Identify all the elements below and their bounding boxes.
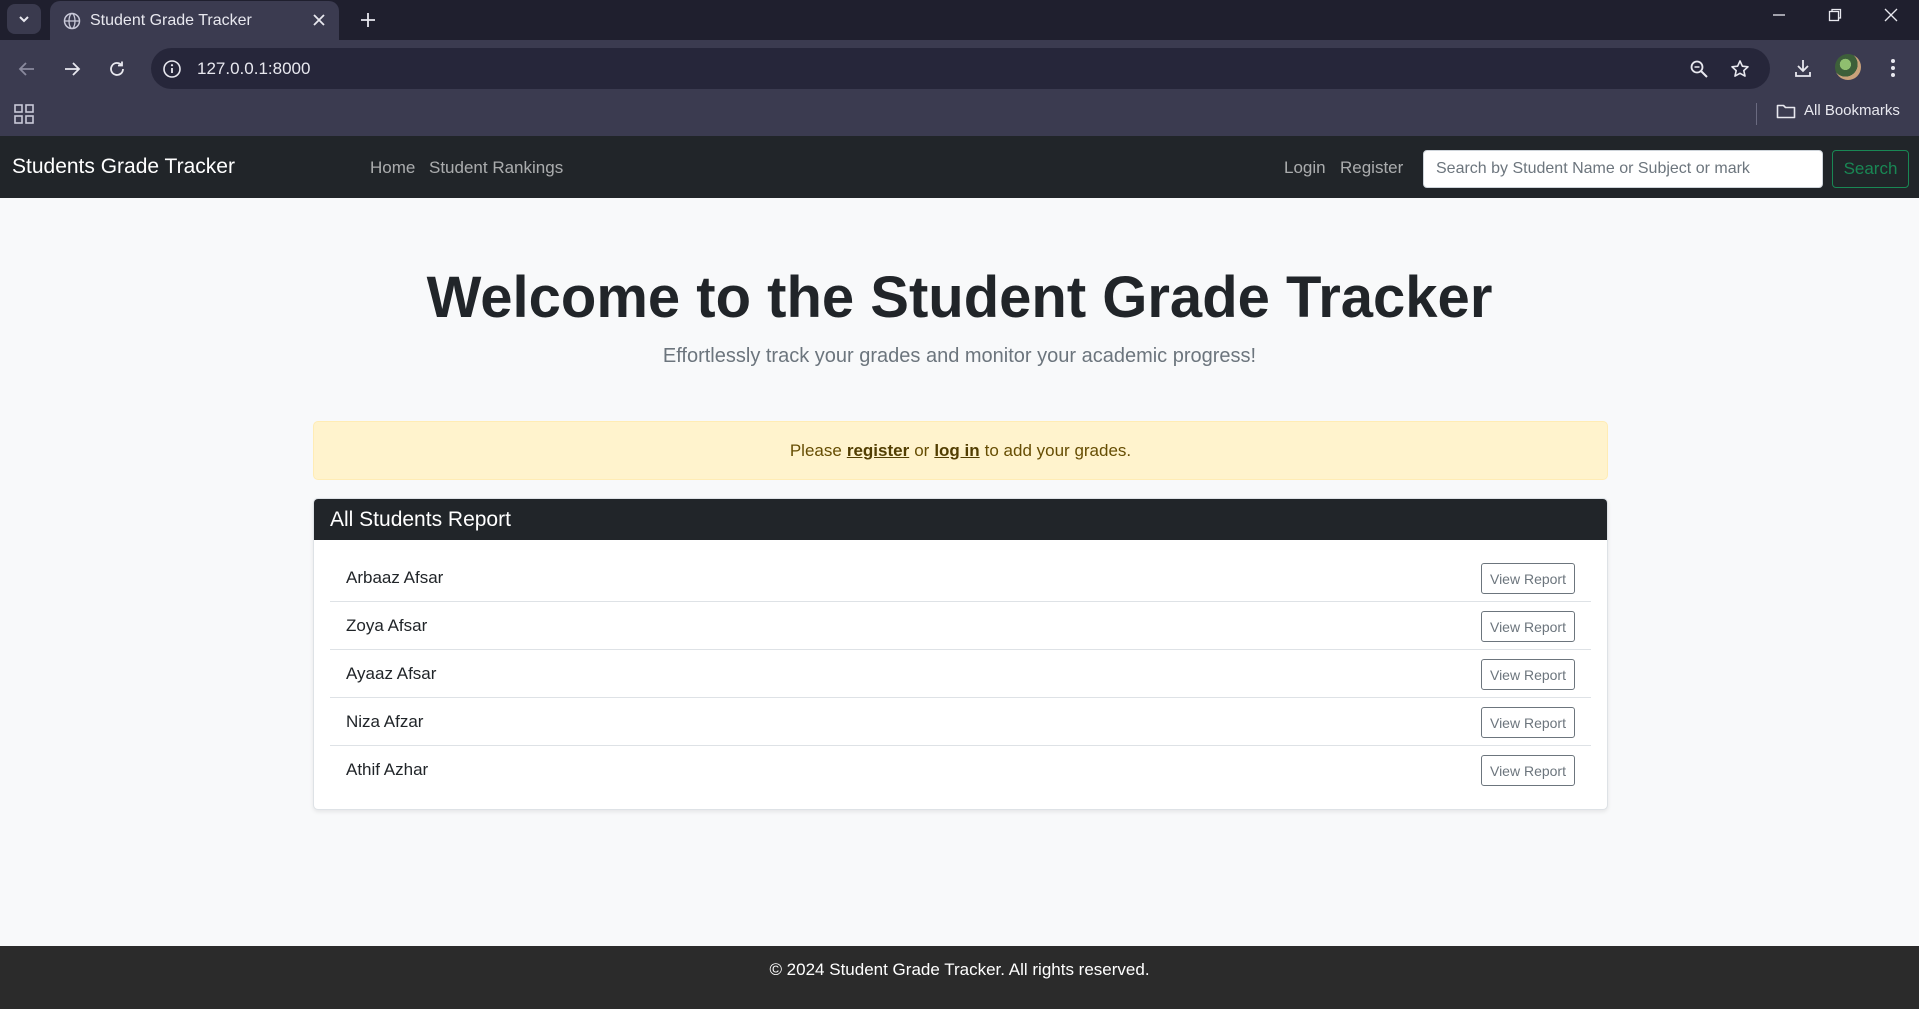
forward-button[interactable]: [55, 52, 89, 86]
all-bookmarks-button[interactable]: All Bookmarks: [1776, 102, 1900, 119]
page-subtitle: Effortlessly track your grades and monit…: [662, 345, 1257, 367]
browser-tabstrip: Student Grade Tracker: [0, 0, 1919, 40]
alert-middle: or: [914, 440, 930, 460]
view-report-button[interactable]: View Report: [1481, 563, 1575, 594]
arrow-right-icon: [65, 62, 81, 76]
view-report-button[interactable]: View Report: [1481, 611, 1575, 642]
url-text: 127.0.0.1:8000: [197, 59, 311, 78]
profile-avatar[interactable]: [1835, 54, 1861, 80]
nav-link-student-rankings[interactable]: Student Rankings: [429, 158, 563, 178]
search-input[interactable]: [1423, 150, 1823, 188]
alert-register-link[interactable]: register: [847, 441, 909, 461]
page-title: Welcome to the Student Grade Tracker: [426, 265, 1493, 330]
tab-search-button[interactable]: [7, 4, 41, 34]
site-info-icon[interactable]: [161, 58, 183, 80]
tab-close-button[interactable]: [309, 10, 329, 30]
reload-button[interactable]: [100, 52, 134, 86]
bookmarks-divider: [1756, 103, 1757, 125]
downloads-button[interactable]: [1786, 51, 1820, 85]
alert-login-link[interactable]: log in: [934, 441, 979, 461]
folder-icon: [1776, 104, 1796, 118]
new-tab-button[interactable]: [351, 3, 385, 37]
globe-icon: [63, 12, 81, 30]
search-button[interactable]: Search: [1832, 150, 1909, 188]
minimize-button[interactable]: [1751, 0, 1807, 30]
navbar-brand[interactable]: Students Grade Tracker: [12, 155, 235, 179]
nav-link-login[interactable]: Login: [1284, 158, 1326, 178]
student-name: Niza Afzar: [346, 712, 424, 731]
view-report-button[interactable]: View Report: [1481, 659, 1575, 690]
list-item: Ayaaz Afsar View Report: [330, 650, 1591, 698]
browser-tab-active[interactable]: Student Grade Tracker: [50, 1, 339, 40]
all-bookmarks-label: All Bookmarks: [1804, 102, 1900, 119]
students-report-card: All Students Report Arbaaz Afsar View Re…: [313, 498, 1608, 810]
login-alert: Please register or log in to add your gr…: [313, 421, 1608, 480]
apps-grid-icon[interactable]: [12, 102, 36, 126]
alert-prefix: Please: [789, 440, 842, 460]
site-footer: © 2024 Student Grade Tracker. All rights…: [0, 946, 1919, 1009]
site-navbar: Students Grade Tracker Home Student Rank…: [0, 136, 1919, 198]
bookmark-star-button[interactable]: [1727, 56, 1753, 82]
student-name: Zoya Afsar: [346, 616, 428, 635]
list-item: Zoya Afsar View Report: [330, 602, 1591, 650]
browser-toolbar: 127.0.0.1:8000 All Bookmarks: [0, 40, 1919, 136]
nav-link-register[interactable]: Register: [1340, 158, 1403, 178]
star-icon: [1731, 60, 1749, 77]
zoom-icon: [1690, 60, 1708, 78]
view-report-button[interactable]: View Report: [1481, 755, 1575, 786]
close-icon: [313, 14, 325, 26]
plus-icon: [361, 13, 375, 27]
footer-text: © 2024 Student Grade Tracker. All rights…: [769, 960, 1150, 979]
nav-link-home[interactable]: Home: [370, 158, 415, 178]
more-vertical-icon: [1891, 59, 1895, 77]
students-list: Arbaaz Afsar View Report Zoya Afsar View…: [330, 554, 1591, 794]
minimize-icon: [1773, 14, 1785, 16]
window-close-button[interactable]: [1863, 0, 1919, 30]
list-item: Athif Azhar View Report: [330, 746, 1591, 794]
address-bar[interactable]: 127.0.0.1:8000: [151, 48, 1770, 89]
view-report-button[interactable]: View Report: [1481, 707, 1575, 738]
alert-suffix: to add your grades.: [984, 440, 1132, 460]
student-name: Athif Azhar: [346, 760, 429, 779]
close-icon: [1884, 8, 1898, 22]
card-header: All Students Report: [314, 499, 1607, 540]
restore-button[interactable]: [1807, 0, 1863, 30]
chevron-down-icon: [19, 16, 29, 23]
list-item: Niza Afzar View Report: [330, 698, 1591, 746]
arrow-left-icon: [18, 62, 34, 76]
tab-title: Student Grade Tracker: [90, 12, 252, 29]
browser-menu-button[interactable]: [1876, 51, 1910, 85]
zoom-button[interactable]: [1686, 56, 1712, 82]
back-button[interactable]: [10, 52, 44, 86]
student-name: Arbaaz Afsar: [346, 568, 444, 587]
download-icon: [1795, 60, 1811, 77]
student-name: Ayaaz Afsar: [346, 664, 437, 683]
reload-icon: [110, 61, 124, 76]
list-item: Arbaaz Afsar View Report: [330, 554, 1591, 602]
restore-icon: [1828, 8, 1842, 22]
